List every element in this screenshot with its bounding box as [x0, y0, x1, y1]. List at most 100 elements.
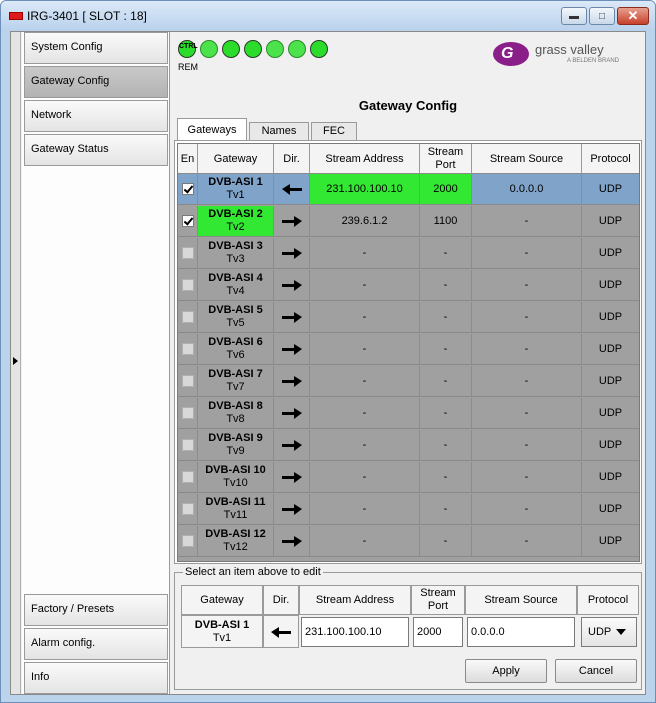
tab-fec[interactable]: FEC [311, 122, 357, 140]
stream-port-cell: - [420, 302, 472, 332]
table-row[interactable]: DVB-ASI 12 Tv12- - - UDP [178, 526, 639, 557]
enable-checkbox[interactable] [181, 407, 194, 419]
gateway-cell: DVB-ASI 10 Tv10 [198, 462, 274, 492]
gateway-sub: Tv5 [226, 317, 245, 329]
export-icon[interactable] [288, 40, 306, 58]
stream-source-cell: - [472, 526, 582, 556]
edit-gateway-cell: DVB-ASI 1 Tv1 [181, 615, 263, 648]
protocol-cell: UDP [598, 534, 623, 547]
enable-checkbox[interactable] [181, 375, 194, 387]
stream-source-cell: - [472, 334, 582, 364]
apply-button[interactable]: Apply [465, 659, 547, 683]
export-icon[interactable] [266, 40, 284, 58]
protocol-cell: UDP [598, 406, 623, 419]
table-row[interactable]: DVB-ASI 10 Tv10- - - UDP [178, 462, 639, 493]
gateway-name: DVB-ASI 9 [208, 432, 263, 444]
gateway-sub: Tv8 [226, 413, 245, 425]
enable-checkbox[interactable] [181, 279, 194, 291]
arrow-right-icon [281, 376, 302, 387]
tab-gateways[interactable]: Gateways [177, 118, 247, 141]
arrow-right-icon [281, 248, 302, 259]
edit-col-stream-address: Stream Address [299, 585, 411, 615]
stream-source-cell: 0.0.0.0 [472, 174, 582, 204]
enable-checkbox[interactable] [181, 471, 194, 483]
minimize-button[interactable]: ▬ [561, 7, 587, 25]
maximize-button[interactable]: □ [589, 7, 615, 25]
enable-checkbox[interactable] [181, 311, 194, 323]
gateway-cell: DVB-ASI 11 Tv11 [198, 494, 274, 524]
col-stream-source: Stream Source [472, 144, 582, 174]
table-row[interactable]: DVB-ASI 6 Tv6- - - UDP [178, 334, 639, 365]
arrow-right-icon [281, 504, 302, 515]
edit-col-stream-source: Stream Source [465, 585, 577, 615]
logo-text: grass valley [535, 42, 604, 57]
protocol-select[interactable]: UDP [581, 617, 637, 647]
sidebar-item-gateway-config[interactable]: Gateway Config [24, 66, 168, 98]
enable-checkbox[interactable] [181, 215, 194, 227]
eye-icon[interactable] [200, 40, 218, 58]
gateway-cell: DVB-ASI 7 Tv7 [198, 366, 274, 396]
table-row[interactable]: DVB-ASI 4 Tv4- - - UDP [178, 270, 639, 301]
gateway-cell: DVB-ASI 2 Tv2 [198, 206, 274, 236]
table-row[interactable]: DVB-ASI 2 Tv2 239.6.1.2 1100- UDP [178, 206, 639, 237]
arrow-left-icon [271, 626, 291, 638]
sidebar-item-system-config[interactable]: System Config [24, 32, 168, 64]
stream-address-cell: - [310, 334, 420, 364]
stream-port-cell: - [420, 526, 472, 556]
sidebar-item-alarm-config[interactable]: Alarm config. [24, 628, 168, 660]
stream-source-input[interactable] [467, 617, 575, 647]
gateway-name: DVB-ASI 6 [208, 336, 263, 348]
gateway-name: DVB-ASI 8 [208, 400, 263, 412]
enable-checkbox[interactable] [181, 247, 194, 259]
gateway-name: DVB-ASI 2 [208, 208, 263, 220]
sidebar-item-info[interactable]: Info [24, 662, 168, 694]
table-row[interactable]: DVB-ASI 5 Tv5- - - UDP [178, 302, 639, 333]
direction-cell [274, 494, 310, 524]
gateway-name: DVB-ASI 12 [205, 528, 266, 540]
sidebar-item-gateway-status[interactable]: Gateway Status [24, 134, 168, 166]
table-row[interactable]: DVB-ASI 1 Tv1 231.100.100.10 2000 0.0.0.0 UDP [178, 174, 639, 205]
table-row[interactable]: DVB-ASI 3 Tv3- - - UDP [178, 238, 639, 269]
table-row[interactable]: DVB-ASI 7 Tv7- - - UDP [178, 366, 639, 397]
app-window: IRG-3401 [ SLOT : 18] ▬ □ ✕ System Confi… [0, 0, 656, 703]
network-icon[interactable] [222, 40, 240, 58]
col-stream-port: Stream Port [420, 144, 472, 174]
plus-icon[interactable] [310, 40, 328, 58]
gateway-cell: DVB-ASI 5 Tv5 [198, 302, 274, 332]
stream-port-cell: 2000 [420, 174, 472, 204]
enable-checkbox[interactable] [181, 535, 194, 547]
table-header: En Gateway Dir. Stream Address Stream Po… [178, 144, 639, 174]
stream-source-cell: - [472, 462, 582, 492]
table-row[interactable]: DVB-ASI 8 Tv8- - - UDP [178, 398, 639, 429]
status-toolbar: CTRL REM G grass valley A BELDEN BRAND [171, 32, 645, 76]
enable-checkbox[interactable] [181, 343, 194, 355]
table-row[interactable]: DVB-ASI 11 Tv11- - - UDP [178, 494, 639, 525]
enable-checkbox[interactable] [181, 439, 194, 451]
arrow-right-icon [281, 216, 302, 227]
stream-address-cell: - [310, 526, 420, 556]
cancel-button[interactable]: Cancel [555, 659, 637, 683]
gateways-panel: En Gateway Dir. Stream Address Stream Po… [174, 140, 642, 564]
stream-source-cell: - [472, 398, 582, 428]
collapse-handle[interactable] [11, 32, 21, 694]
stream-port-input[interactable] [413, 617, 463, 647]
direction-cell [274, 174, 310, 204]
sidebar-item-factory-presets[interactable]: Factory / Presets [24, 594, 168, 626]
table-row[interactable]: DVB-ASI 9 Tv9- - - UDP [178, 430, 639, 461]
sidebar-item-network[interactable]: Network [24, 100, 168, 132]
direction-cell [274, 334, 310, 364]
maximize-icon: □ [598, 10, 606, 22]
enable-checkbox[interactable] [181, 503, 194, 515]
close-button[interactable]: ✕ [617, 7, 649, 25]
title-bar[interactable]: IRG-3401 [ SLOT : 18] ▬ □ ✕ [1, 1, 655, 31]
stream-source-cell: - [472, 270, 582, 300]
arrow-right-icon [281, 472, 302, 483]
protocol-cell: UDP [598, 310, 623, 323]
stream-source-cell: - [472, 494, 582, 524]
tab-names[interactable]: Names [249, 122, 309, 140]
enable-checkbox[interactable] [181, 183, 194, 195]
network-icon[interactable] [244, 40, 262, 58]
gateway-name: DVB-ASI 11 [205, 496, 266, 508]
edit-gateway-name: DVB-ASI 1 [194, 618, 250, 631]
stream-address-input[interactable] [301, 617, 409, 647]
